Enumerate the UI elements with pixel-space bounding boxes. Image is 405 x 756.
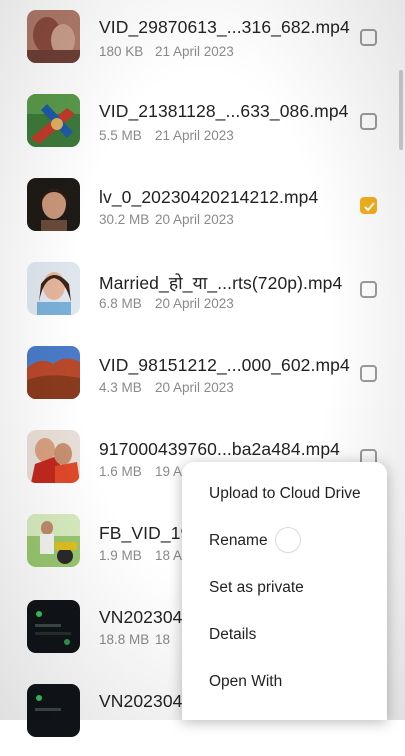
select-checkbox-checked[interactable] xyxy=(360,197,377,214)
touch-ripple-indicator xyxy=(275,527,301,553)
select-checkbox[interactable] xyxy=(360,281,377,298)
select-checkbox[interactable] xyxy=(360,365,377,382)
menu-item-rename[interactable]: Rename xyxy=(209,532,268,550)
file-meta: 180 KB 21 April 2023 xyxy=(99,44,234,59)
menu-item-upload-cloud-drive[interactable]: Upload to Cloud Drive xyxy=(209,485,361,503)
file-date: 20 April 2023 xyxy=(155,380,234,395)
select-checkbox[interactable] xyxy=(360,113,377,130)
file-row[interactable]: Married_हो_या_...rts(720p).mp4 6.8 MB 20 … xyxy=(0,252,405,336)
file-meta: 4.3 MB 20 April 2023 xyxy=(99,380,234,395)
scrollbar[interactable] xyxy=(399,70,403,150)
file-meta: 6.8 MB 20 April 2023 xyxy=(99,296,234,311)
video-thumbnail xyxy=(27,262,80,315)
file-size: 1.6 MB xyxy=(99,464,142,479)
file-date: 18 xyxy=(155,632,171,647)
file-name: VN202304 xyxy=(99,607,183,627)
video-thumbnail xyxy=(27,178,80,231)
file-meta: 30.2 MB 20 April 2023 xyxy=(99,212,234,227)
video-thumbnail xyxy=(27,684,80,737)
file-name: 917000439760...ba2a484.mp4 xyxy=(99,439,341,459)
file-row[interactable]: VID_29870613_...316_682.mp4 180 KB 21 Apr… xyxy=(0,0,405,84)
file-size: 4.3 MB xyxy=(99,380,142,395)
file-size: 18.8 MB xyxy=(99,632,150,647)
file-size: 30.2 MB xyxy=(99,212,150,227)
file-row[interactable]: VID_21381128_...633_086.mp4 5.5 MB 21 Apr… xyxy=(0,84,405,168)
file-date: 18 A xyxy=(155,548,183,563)
file-meta: 5.5 MB 21 April 2023 xyxy=(99,128,234,143)
file-date: 20 April 2023 xyxy=(155,296,234,311)
video-thumbnail xyxy=(27,430,80,483)
file-name: lv_0_20230420214212.mp4 xyxy=(99,187,319,207)
file-name: VID_21381128_...633_086.mp4 xyxy=(99,101,349,121)
file-meta: 18.8 MB 18 xyxy=(99,632,170,647)
file-size: 6.8 MB xyxy=(99,296,142,311)
file-size: 5.5 MB xyxy=(99,128,142,143)
file-row[interactable]: VID_98151212_...000_602.mp4 4.3 MB 20 Apr… xyxy=(0,336,405,420)
file-name: Married_हो_या_...rts(720p).mp4 xyxy=(99,273,343,293)
video-thumbnail xyxy=(27,94,80,147)
file-name: VID_29870613_...316_682.mp4 xyxy=(99,17,350,37)
file-meta: 1.9 MB 18 A xyxy=(99,548,182,563)
menu-item-set-private[interactable]: Set as private xyxy=(209,579,304,597)
menu-item-details[interactable]: Details xyxy=(209,626,256,644)
select-checkbox[interactable] xyxy=(360,29,377,46)
file-row[interactable]: lv_0_20230420214212.mp4 30.2 MB 20 April … xyxy=(0,168,405,252)
video-thumbnail xyxy=(27,514,80,567)
file-size: 1.9 MB xyxy=(99,548,142,563)
file-meta: 1.6 MB 19 A xyxy=(99,464,182,479)
file-name: FB_VID_19 xyxy=(99,523,191,543)
file-name: VN202304 xyxy=(99,691,183,711)
file-date: 21 April 2023 xyxy=(155,44,234,59)
context-menu: Upload to Cloud Drive Rename Set as priv… xyxy=(182,462,387,720)
video-thumbnail xyxy=(27,10,80,63)
menu-item-open-with[interactable]: Open With xyxy=(209,673,282,691)
video-thumbnail xyxy=(27,346,80,399)
file-date: 21 April 2023 xyxy=(155,128,234,143)
file-name: VID_98151212_...000_602.mp4 xyxy=(99,355,350,375)
file-date: 19 A xyxy=(155,464,183,479)
file-date: 20 April 2023 xyxy=(155,212,234,227)
checkmark-icon xyxy=(364,202,375,212)
video-thumbnail xyxy=(27,600,80,653)
file-size: 180 KB xyxy=(99,44,144,59)
